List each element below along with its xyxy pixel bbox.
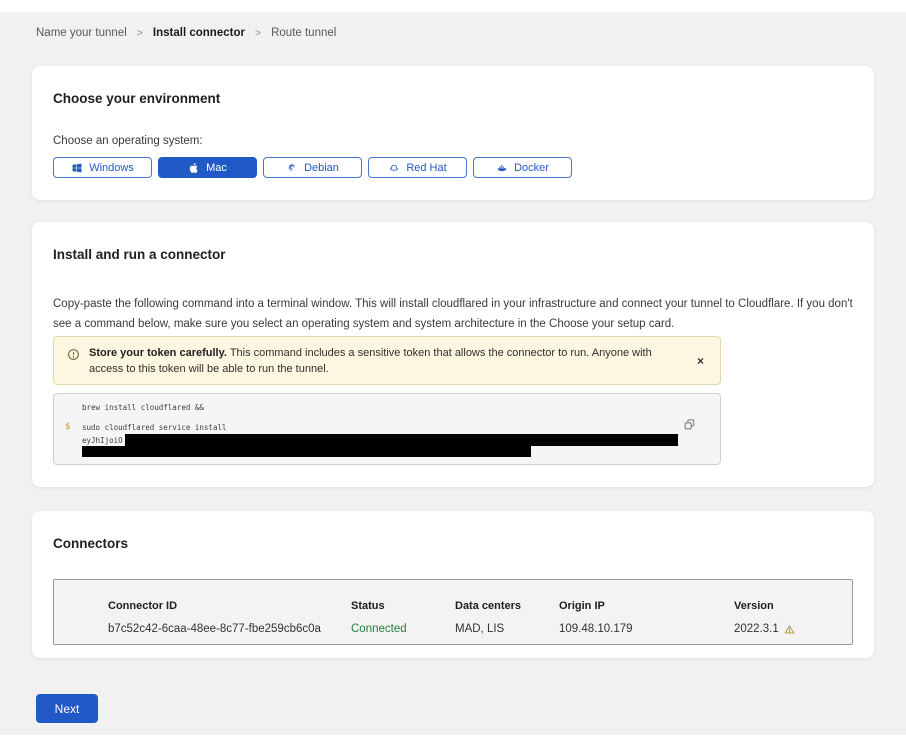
column-header-data-centers: Data centers bbox=[455, 600, 559, 613]
close-icon[interactable]: × bbox=[693, 353, 708, 369]
redacted-token-bar bbox=[82, 446, 531, 457]
info-icon bbox=[67, 348, 80, 361]
os-button-debian[interactable]: Debian bbox=[263, 157, 362, 178]
environment-card-title: Choose your environment bbox=[53, 90, 853, 107]
breadcrumb-separator: > bbox=[137, 27, 143, 39]
code-line-token: eyJhIjoiO bbox=[82, 434, 692, 446]
column-header-origin-ip: Origin IP bbox=[559, 600, 734, 613]
warning-icon[interactable] bbox=[784, 624, 795, 635]
choose-environment-card: Choose your environment Choose an operat… bbox=[32, 66, 874, 200]
data-centers-value: MAD, LIS bbox=[455, 622, 559, 636]
next-button[interactable]: Next bbox=[36, 694, 98, 723]
os-select-label: Choose an operating system: bbox=[53, 134, 853, 148]
code-line-brew-install: brew install cloudflared && bbox=[82, 403, 692, 412]
code-line-token-continued bbox=[82, 446, 692, 457]
apple-icon bbox=[188, 162, 200, 174]
os-button-redhat[interactable]: Red Hat bbox=[368, 157, 467, 178]
token-prefix: eyJhIjoiO bbox=[82, 436, 123, 445]
token-warning-banner: Store your token carefully. This command… bbox=[53, 336, 721, 385]
os-button-mac[interactable]: Mac bbox=[158, 157, 257, 178]
breadcrumb-step-install-connector[interactable]: Install connector bbox=[153, 27, 245, 39]
debian-icon bbox=[286, 162, 298, 174]
os-button-label: Docker bbox=[514, 162, 549, 174]
breadcrumb: Name your tunnel > Install connector > R… bbox=[32, 23, 874, 43]
install-description: Copy-paste the following command into a … bbox=[53, 294, 853, 334]
redhat-icon bbox=[388, 162, 400, 174]
column-header-status: Status bbox=[351, 600, 455, 613]
connectors-card-title: Connectors bbox=[53, 535, 853, 552]
os-button-label: Debian bbox=[304, 162, 339, 174]
os-button-label: Red Hat bbox=[406, 162, 446, 174]
tunnel-setup-page: Name your tunnel > Install connector > R… bbox=[0, 12, 906, 735]
origin-ip-value: 109.48.10.179 bbox=[559, 622, 734, 636]
os-button-group: Windows Mac Debian bbox=[53, 157, 853, 178]
shell-prompt: $ bbox=[65, 423, 70, 432]
connectors-table: Connector ID Status Data centers Origin … bbox=[53, 579, 853, 645]
version-value: 2022.3.1 bbox=[734, 622, 832, 636]
column-header-version: Version bbox=[734, 600, 832, 613]
install-command-codeblock[interactable]: $ brew install cloudflared && sudo cloud… bbox=[53, 393, 721, 465]
os-button-label: Windows bbox=[89, 162, 134, 174]
connectors-card: Connectors Connector ID Status Data cent… bbox=[32, 511, 874, 658]
os-button-label: Mac bbox=[206, 162, 227, 174]
install-card-title: Install and run a connector bbox=[53, 246, 853, 263]
breadcrumb-separator: > bbox=[255, 27, 261, 39]
redacted-token-bar bbox=[125, 434, 678, 446]
install-connector-card: Install and run a connector Copy-paste t… bbox=[32, 222, 874, 487]
windows-icon bbox=[71, 162, 83, 174]
os-button-windows[interactable]: Windows bbox=[53, 157, 152, 178]
breadcrumb-step-route-tunnel[interactable]: Route tunnel bbox=[271, 27, 336, 39]
copy-icon[interactable] bbox=[683, 418, 696, 431]
breadcrumb-step-name-your-tunnel[interactable]: Name your tunnel bbox=[36, 27, 127, 39]
docker-icon bbox=[496, 162, 508, 174]
status-badge: Connected bbox=[351, 622, 455, 636]
warning-title: Store your token carefully. bbox=[89, 347, 227, 359]
code-line-service-install: sudo cloudflared service install bbox=[82, 423, 692, 432]
column-header-connector-id: Connector ID bbox=[108, 600, 351, 613]
connector-id-value: b7c52c42-6caa-48ee-8c77-fbe259cb6c0a bbox=[108, 622, 351, 636]
os-button-docker[interactable]: Docker bbox=[473, 157, 572, 178]
warning-message: Store your token carefully. This command… bbox=[89, 345, 669, 377]
version-number: 2022.3.1 bbox=[734, 622, 779, 636]
